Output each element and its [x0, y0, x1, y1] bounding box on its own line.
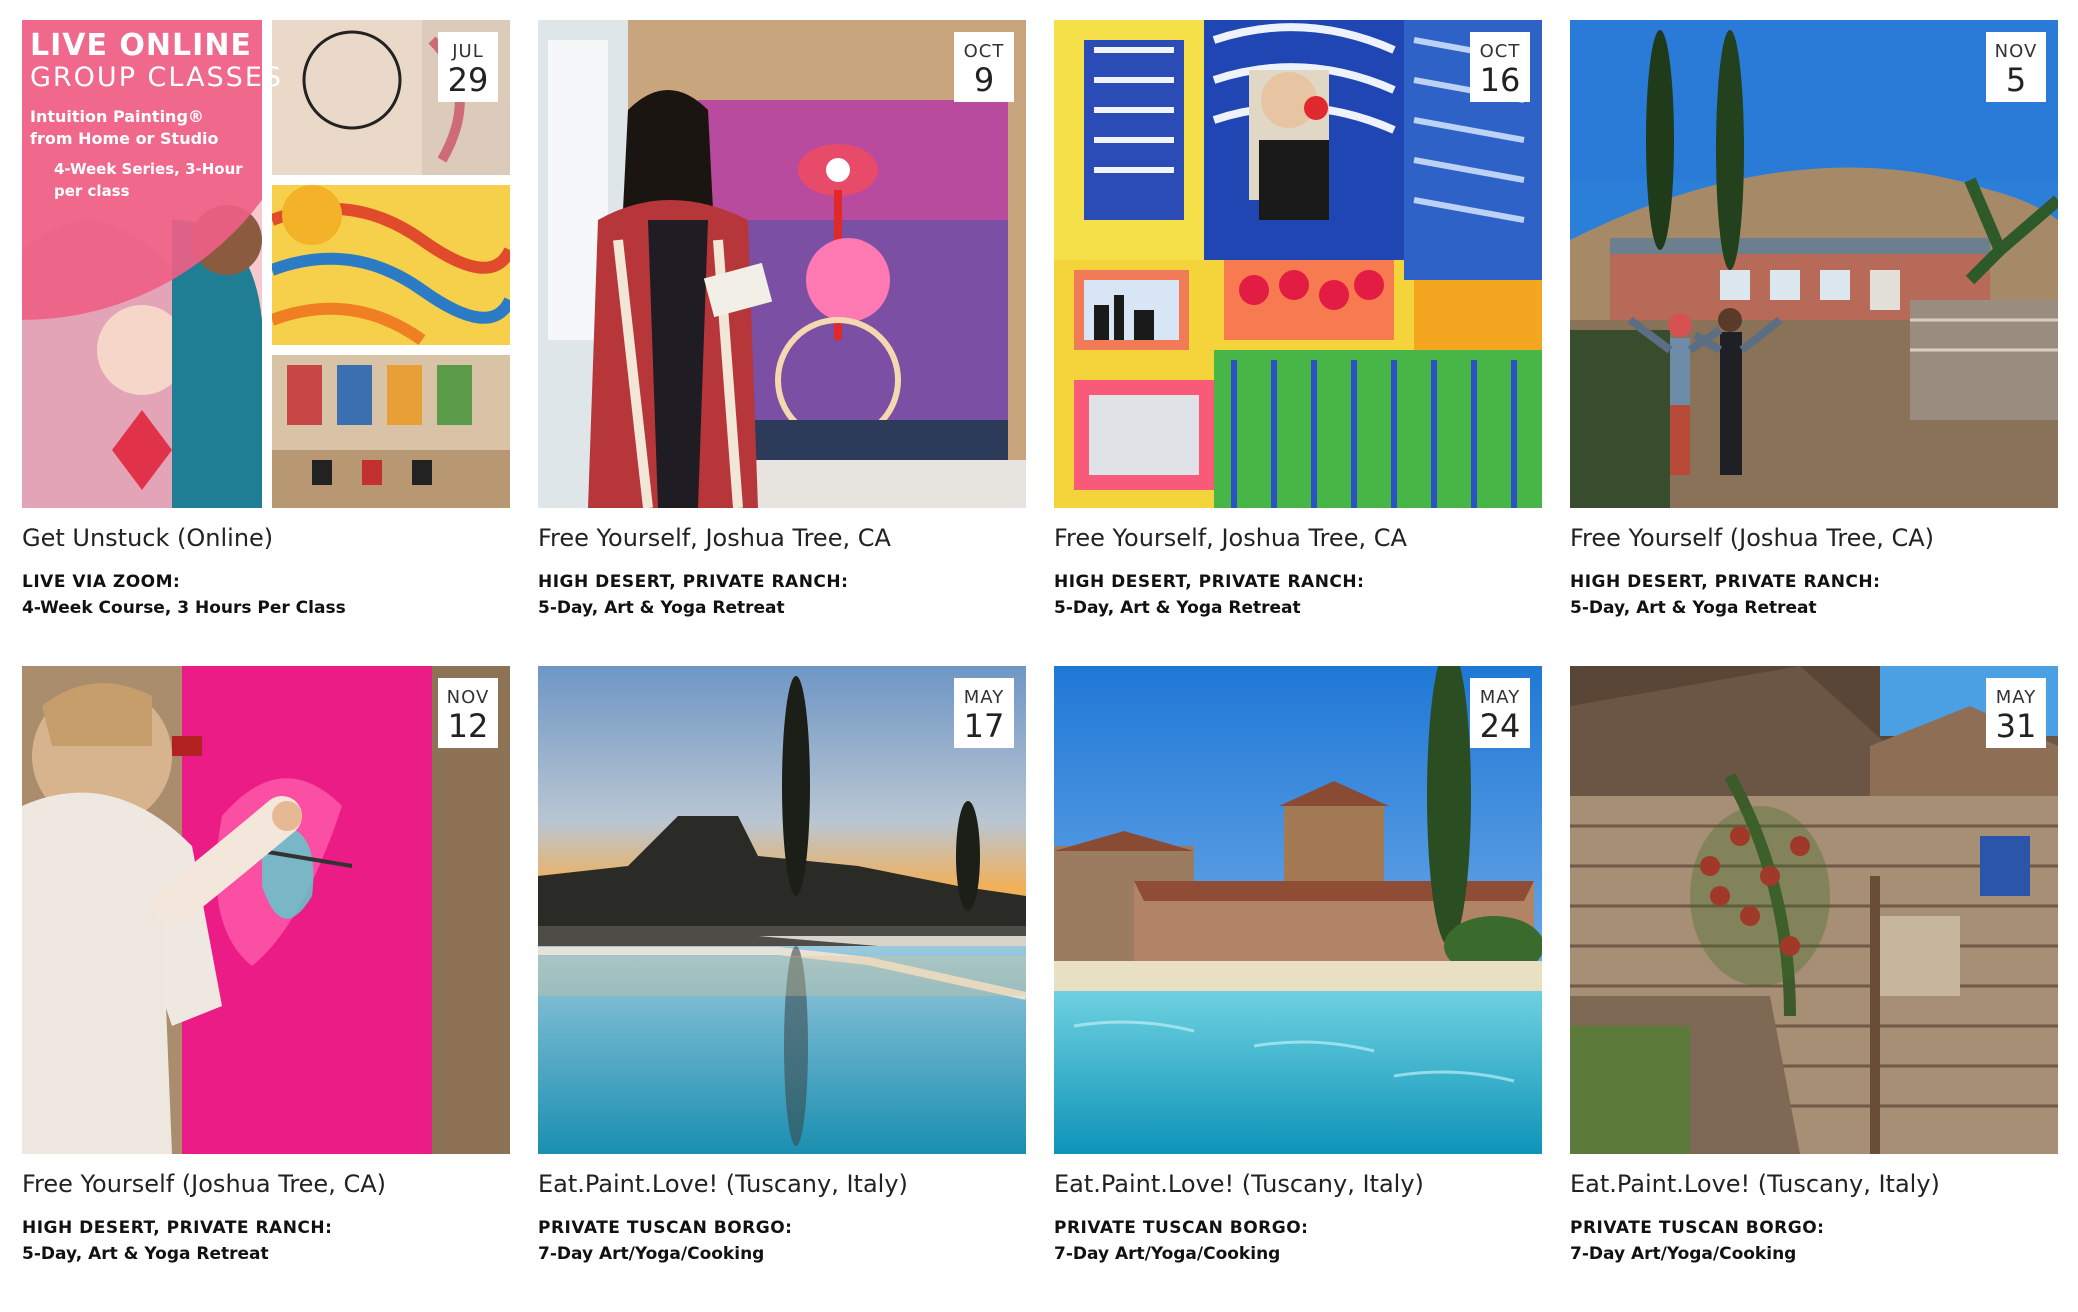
event-card[interactable]: MAY 24 Eat.Paint.Love! (Tuscany, Italy) …: [1054, 666, 1542, 1312]
event-location: HIGH DESERT, PRIVATE RANCH:: [1054, 572, 1365, 592]
event-card[interactable]: OCT 9 Free Yourself, Joshua Tree, CA HIG…: [538, 20, 1026, 666]
event-location: HIGH DESERT, PRIVATE RANCH:: [22, 1218, 333, 1238]
event-image[interactable]: NOV 5: [1570, 20, 2058, 508]
date-badge: MAY 17: [954, 678, 1014, 748]
event-grid: LIVE ONLINE GROUP CLASSES Intuition Pain…: [22, 20, 2058, 1312]
date-badge: OCT 9: [954, 32, 1014, 102]
date-month: OCT: [1479, 41, 1521, 62]
event-location: HIGH DESERT, PRIVATE RANCH:: [1570, 572, 1881, 592]
event-card[interactable]: NOV 5 Free Yourself (Joshua Tree, CA) HI…: [1570, 20, 2058, 666]
event-title[interactable]: Eat.Paint.Love! (Tuscany, Italy): [538, 1170, 908, 1198]
date-month: NOV: [446, 687, 490, 708]
event-title[interactable]: Eat.Paint.Love! (Tuscany, Italy): [1054, 1170, 1424, 1198]
event-location: PRIVATE TUSCAN BORGO:: [1570, 1218, 1825, 1238]
event-location: PRIVATE TUSCAN BORGO:: [538, 1218, 793, 1238]
date-badge: MAY 24: [1470, 678, 1530, 748]
promo-line-2: GROUP CLASSES: [30, 62, 284, 93]
date-month: OCT: [963, 41, 1005, 62]
date-month: MAY: [963, 687, 1005, 708]
promo-line-3: Intuition Painting® from Home or Studio: [30, 107, 219, 148]
date-month: MAY: [1479, 687, 1521, 708]
tuscan-pool-sunset-image: [538, 666, 1026, 1154]
event-card[interactable]: NOV 12 Free Yourself (Joshua Tree, CA) H…: [22, 666, 510, 1312]
event-location: PRIVATE TUSCAN BORGO:: [1054, 1218, 1309, 1238]
event-image[interactable]: MAY 17: [538, 666, 1026, 1154]
desert-ranch-image: [1570, 20, 2058, 508]
event-description: 7-Day Art/Yoga/Cooking: [1570, 1244, 1797, 1264]
event-card[interactable]: MAY 31 Eat.Paint.Love! (Tuscany, Italy) …: [1570, 666, 2058, 1312]
tuscan-pool-day-image: [1054, 666, 1542, 1154]
stone-house-roses-image: [1570, 666, 2058, 1154]
date-month: NOV: [1994, 41, 2038, 62]
event-image[interactable]: MAY 24: [1054, 666, 1542, 1154]
event-title[interactable]: Free Yourself (Joshua Tree, CA): [1570, 524, 1934, 552]
date-badge: OCT 16: [1470, 32, 1530, 102]
event-image[interactable]: MAY 31: [1570, 666, 2058, 1154]
colorful-painting-image: [1054, 20, 1542, 508]
date-day: 16: [1479, 61, 1521, 99]
event-description: 4-Week Course, 3 Hours Per Class: [22, 598, 346, 618]
date-day: 31: [1995, 707, 2037, 745]
date-day: 5: [2005, 61, 2027, 99]
event-description: 5-Day, Art & Yoga Retreat: [1570, 598, 1817, 618]
date-badge: MAY 31: [1986, 678, 2046, 748]
promo-overlay: LIVE ONLINE GROUP CLASSES Intuition Pain…: [22, 20, 342, 250]
event-card[interactable]: LIVE ONLINE GROUP CLASSES Intuition Pain…: [22, 20, 510, 666]
event-title[interactable]: Free Yourself (Joshua Tree, CA): [22, 1170, 386, 1198]
promo-line-1: LIVE ONLINE: [30, 28, 252, 63]
event-location: HIGH DESERT, PRIVATE RANCH:: [538, 572, 849, 592]
date-month: MAY: [1995, 687, 2037, 708]
event-card[interactable]: OCT 16 Free Yourself, Joshua Tree, CA HI…: [1054, 20, 1542, 666]
event-image[interactable]: LIVE ONLINE GROUP CLASSES Intuition Pain…: [22, 20, 510, 508]
event-image[interactable]: OCT 9: [538, 20, 1026, 508]
event-title[interactable]: Free Yourself, Joshua Tree, CA: [1054, 524, 1407, 552]
date-month: JUL: [452, 41, 484, 62]
event-description: 7-Day Art/Yoga/Cooking: [1054, 1244, 1281, 1264]
date-badge: JUL 29: [438, 32, 498, 102]
date-day: 24: [1479, 707, 1521, 745]
event-card[interactable]: MAY 17 Eat.Paint.Love! (Tuscany, Italy) …: [538, 666, 1026, 1312]
event-image[interactable]: OCT 16: [1054, 20, 1542, 508]
woman-with-painting-image: [538, 20, 1026, 508]
event-location: LIVE VIA ZOOM:: [22, 572, 181, 592]
event-description: 7-Day Art/Yoga/Cooking: [538, 1244, 765, 1264]
event-title[interactable]: Eat.Paint.Love! (Tuscany, Italy): [1570, 1170, 1940, 1198]
date-badge: NOV 12: [438, 678, 498, 748]
date-day: 17: [963, 707, 1005, 745]
date-badge: NOV 5: [1986, 32, 2046, 102]
date-day: 29: [447, 61, 489, 99]
event-title[interactable]: Free Yourself, Joshua Tree, CA: [538, 524, 891, 552]
date-day: 12: [447, 707, 489, 745]
promo-line-4: 4-Week Series, 3-Hour per class: [54, 160, 243, 200]
event-description: 5-Day, Art & Yoga Retreat: [538, 598, 785, 618]
event-description: 5-Day, Art & Yoga Retreat: [22, 1244, 269, 1264]
event-image[interactable]: NOV 12: [22, 666, 510, 1154]
event-description: 5-Day, Art & Yoga Retreat: [1054, 598, 1301, 618]
event-title[interactable]: Get Unstuck (Online): [22, 524, 273, 552]
date-day: 9: [973, 61, 995, 99]
woman-painting-pink-image: [22, 666, 510, 1154]
